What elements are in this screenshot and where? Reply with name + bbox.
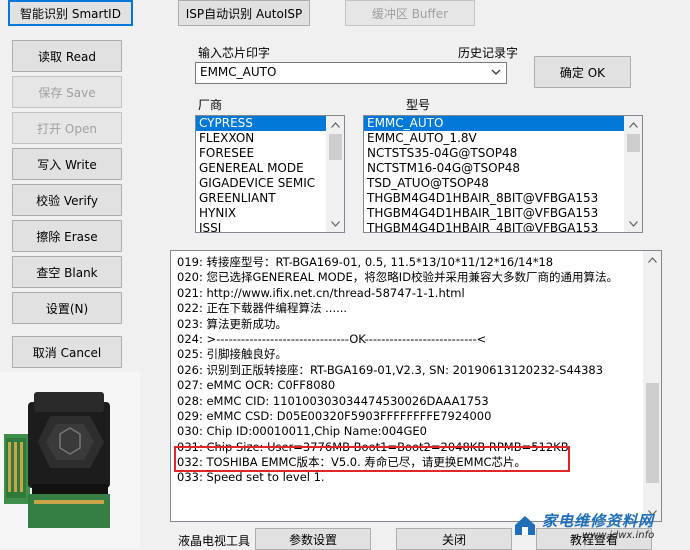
- watermark-logo: 家电维修资料网 www.jdwx.info: [512, 508, 690, 548]
- lcd-tools-label[interactable]: 液晶电视工具: [178, 532, 250, 549]
- close-button[interactable]: 关闭: [396, 528, 512, 550]
- log-line: 029: eMMC CSD: D05E00320F5903FFFFFFFFE79…: [177, 408, 492, 423]
- list-item[interactable]: NCTSTS35-04G@TSOP48: [364, 146, 625, 161]
- list-item[interactable]: THGBM4G4D1HBAIR_8BIT@VFBGA153: [364, 191, 625, 206]
- chip-marking-value: EMMC_AUTO: [200, 65, 277, 79]
- chip-marking-combobox[interactable]: EMMC_AUTO: [195, 62, 507, 84]
- vendor-items: CYPRESS FLEXXON FORESEE GENEREAL MODE GIGADE…: [196, 116, 327, 232]
- history-label: 历史记录字: [458, 46, 519, 60]
- log-line: 024: >--------------------------------OK…: [177, 331, 487, 346]
- list-item[interactable]: THGBM4G4D1HBAIR_4BIT@VFBGA153: [364, 221, 625, 232]
- log-line: 025: 引脚接触良好。: [177, 347, 287, 362]
- log-line: 020: 您已选择GENEREAL MODE，将忽略ID校验并采用兼容大多数厂商…: [177, 270, 619, 285]
- list-item[interactable]: CYPRESS: [196, 116, 327, 131]
- vendor-listbox[interactable]: CYPRESS FLEXXON FORESEE GENEREAL MODE GIGADE…: [195, 115, 345, 233]
- log-line: 026: 识别到正版转接座：RT-BGA169-01,V2.3, SN: 201…: [177, 362, 604, 377]
- settings-button[interactable]: 设置(N): [12, 292, 122, 324]
- list-item[interactable]: HYNIX: [196, 206, 327, 221]
- read-button[interactable]: 读取 Read: [12, 40, 122, 72]
- scroll-up-icon[interactable]: [644, 251, 661, 268]
- scroll-thumb[interactable]: [329, 134, 342, 160]
- adapter-preview-image: [0, 372, 140, 548]
- log-scrollbar[interactable]: [643, 251, 661, 521]
- list-item[interactable]: FORESEE: [196, 146, 327, 161]
- house-logo-icon: [515, 516, 535, 535]
- scroll-thumb[interactable]: [627, 134, 640, 152]
- vendor-scrollbar[interactable]: [326, 116, 344, 232]
- list-item[interactable]: ISSI: [196, 221, 327, 232]
- erase-button[interactable]: 擦除 Erase: [12, 220, 122, 252]
- log-line: 021: http://www.ifix.net.cn/thread-58747…: [177, 285, 465, 300]
- scroll-thumb[interactable]: [646, 383, 659, 483]
- list-item[interactable]: FLEXXON: [196, 131, 327, 146]
- autoisp-button[interactable]: ISP自动识别 AutoISP: [178, 0, 310, 26]
- model-listbox[interactable]: EMMC_AUTO EMMC_AUTO_1.8V NCTSTS35-04G@TSOP…: [363, 115, 643, 233]
- scroll-down-icon[interactable]: [625, 215, 642, 232]
- bga-socket-illustration: [0, 372, 140, 548]
- log-line: 022: 正在下载器件编程算法 ......: [177, 301, 348, 316]
- buffer-button[interactable]: 缓冲区 Buffer: [345, 0, 475, 26]
- params-button[interactable]: 参数设置: [255, 528, 371, 550]
- model-scrollbar[interactable]: [624, 116, 642, 232]
- log-line: 028: eMMC CID: 110100303034474530026DAAA…: [177, 393, 489, 408]
- list-item[interactable]: GENEREAL MODE: [196, 161, 327, 176]
- model-label: 型号: [406, 98, 431, 112]
- ok-button[interactable]: 确定 OK: [534, 56, 631, 88]
- watermark-url: www.jdwx.info: [582, 530, 655, 541]
- list-item[interactable]: GIGADEVICE SEMIC: [196, 176, 327, 191]
- log-line: 030: Chip ID:00010011,Chip Name:004GE0: [177, 424, 427, 439]
- scroll-up-icon[interactable]: [327, 116, 344, 133]
- list-item[interactable]: EMMC_AUTO_1.8V: [364, 131, 625, 146]
- list-item[interactable]: TSD_ATUO@TSOP48: [364, 176, 625, 191]
- verify-button[interactable]: 校验 Verify: [12, 184, 122, 216]
- log-line: 027: eMMC OCR: C0FF8080: [177, 378, 336, 393]
- save-button[interactable]: 保存 Save: [12, 76, 122, 108]
- log-output[interactable]: 019: 转接座型号：RT-BGA169-01, 0.5, 11.5*13/10…: [170, 250, 662, 522]
- highlight-annotation: [174, 446, 570, 472]
- log-line: 023: 算法更新成功。: [177, 316, 287, 331]
- write-button[interactable]: 写入 Write: [12, 148, 122, 180]
- list-item[interactable]: EMMC_AUTO: [364, 116, 625, 131]
- list-item[interactable]: THGBM4G4D1HBAIR_1BIT@VFBGA153: [364, 206, 625, 221]
- watermark-text: 家电维修资料网: [542, 512, 655, 530]
- log-line: 033: Speed set to level 1.: [177, 470, 325, 485]
- scroll-up-icon[interactable]: [625, 116, 642, 133]
- blank-check-button[interactable]: 查空 Blank: [12, 256, 122, 288]
- vendor-label: 厂商: [198, 98, 223, 112]
- chevron-down-icon[interactable]: [489, 65, 503, 79]
- smartid-button[interactable]: 智能识别 SmartID: [8, 0, 133, 26]
- scroll-down-icon[interactable]: [327, 215, 344, 232]
- list-item[interactable]: NCTSTM16-04G@TSOP48: [364, 161, 625, 176]
- list-item[interactable]: GREENLIANT: [196, 191, 327, 206]
- model-items: EMMC_AUTO EMMC_AUTO_1.8V NCTSTS35-04G@TSOP…: [364, 116, 625, 232]
- cancel-button[interactable]: 取消 Cancel: [12, 336, 122, 368]
- chip-marking-label: 输入芯片印字: [198, 46, 271, 60]
- log-line: 019: 转接座型号：RT-BGA169-01, 0.5, 11.5*13/10…: [177, 255, 554, 269]
- open-button[interactable]: 打开 Open: [12, 112, 122, 144]
